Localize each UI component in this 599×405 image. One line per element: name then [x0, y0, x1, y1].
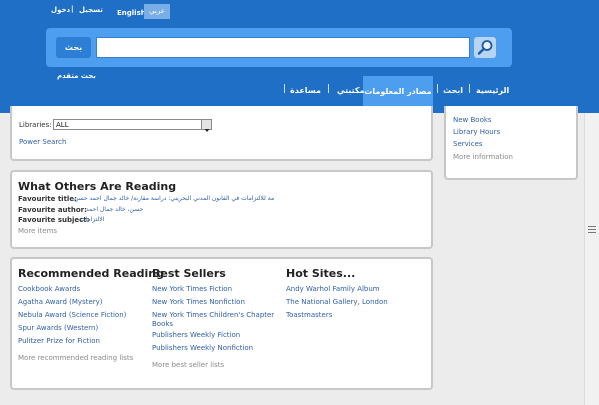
power-search-link[interactable]: Power Search [19, 138, 66, 146]
libraries-select[interactable]: ALL [53, 119, 212, 132]
best-sellers-heading: Best Sellers [152, 267, 226, 280]
libraries-label: Libraries: [19, 121, 52, 129]
nav-home[interactable]: الرئيسية [476, 86, 509, 95]
more-items-link[interactable]: More items [18, 227, 57, 235]
recommended-item[interactable]: Spur Awards (Western) [18, 324, 98, 332]
recommended-item[interactable]: Cookbook Awards [18, 285, 80, 293]
recommended-item[interactable]: Nebula Award (Science Fiction) [18, 311, 126, 319]
nav-information-sources[interactable]: مصادر المعلومات [363, 76, 433, 107]
best-seller-item[interactable]: New York Times Fiction [152, 285, 232, 293]
hot-sites-heading: Hot Sites... [286, 267, 356, 280]
sidebar-panel: New Books Library Hours Services More in… [444, 106, 578, 180]
favourite-title-label: Favourite title: [18, 195, 77, 203]
sidebar-link-new-books[interactable]: New Books [453, 116, 492, 124]
magnifier-icon[interactable] [474, 37, 496, 58]
nav-separator: | [468, 84, 472, 94]
recommended-item[interactable]: Pulitzer Prize for Fiction [18, 337, 100, 345]
advanced-search-link[interactable]: بحث متقدم [57, 72, 96, 80]
hot-site-item[interactable]: Andy Warhol Family Album [286, 285, 380, 293]
nav-my-library[interactable]: مكتبتي [337, 86, 365, 95]
favourite-author-label: Favourite author: [18, 206, 87, 214]
search-button[interactable]: بحث [56, 37, 91, 58]
nav-separator: | [436, 84, 440, 94]
best-seller-item[interactable]: New York Times Nonfiction [152, 298, 245, 306]
best-seller-item[interactable]: New York Times Children's Chapter Books [152, 311, 277, 329]
favourite-title-link[interactable]: النظرية العامة للالتزامات في القانون الم… [74, 195, 274, 202]
dropdown-arrow-icon[interactable] [201, 120, 211, 132]
header-bar: دخول | تسجيل English عربي بحث بحث متقدم … [0, 0, 599, 113]
what-others-panel: What Others Are Reading Favourite title:… [10, 170, 433, 249]
top-link-separator: | [71, 5, 74, 13]
search-input[interactable] [96, 37, 470, 58]
favourite-subject-link[interactable]: الالتزامات [80, 216, 104, 223]
language-arabic-link[interactable]: عربي [144, 4, 170, 19]
recommended-item[interactable]: Agatha Award (Mystery) [18, 298, 103, 306]
vertical-scrollbar[interactable] [584, 113, 599, 405]
reading-lists-panel: Recommended Reading Cookbook Awards Agat… [10, 257, 433, 390]
favourite-subject-label: Favourite subject: [18, 216, 90, 224]
nav-search[interactable]: ابحث [443, 86, 463, 95]
best-seller-item[interactable]: Publishers Weekly Fiction [152, 331, 240, 339]
libraries-selected-value: ALL [56, 121, 69, 129]
more-recommended-link[interactable]: More recommended reading lists [18, 354, 133, 362]
search-panel: بحث [46, 28, 512, 67]
nav-help[interactable]: مساعدة [290, 86, 321, 95]
nav-separator: | [283, 84, 287, 94]
search-options-panel: Libraries: ALL Power Search [10, 106, 433, 161]
hot-site-item[interactable]: The National Gallery, London [286, 298, 388, 306]
favourite-author-link[interactable]: حسن، خالد جمال احمد [86, 206, 143, 213]
what-others-heading: What Others Are Reading [18, 180, 177, 193]
sidebar-link-services[interactable]: Services [453, 140, 483, 148]
language-english-link[interactable]: English [117, 9, 146, 17]
hot-site-item[interactable]: Toastmasters [286, 311, 332, 319]
sidebar-link-library-hours[interactable]: Library Hours [453, 128, 500, 136]
login-link[interactable]: دخول [51, 6, 70, 14]
register-link[interactable]: تسجيل [79, 6, 103, 14]
best-seller-item[interactable]: Publishers Weekly Nonfiction [152, 344, 253, 352]
scrollbar-grip-icon[interactable] [588, 226, 596, 233]
sidebar-more-information[interactable]: More information [453, 153, 513, 161]
recommended-heading: Recommended Reading [18, 267, 164, 280]
more-best-sellers-link[interactable]: More best seller lists [152, 361, 224, 369]
nav-separator: | [327, 84, 331, 94]
